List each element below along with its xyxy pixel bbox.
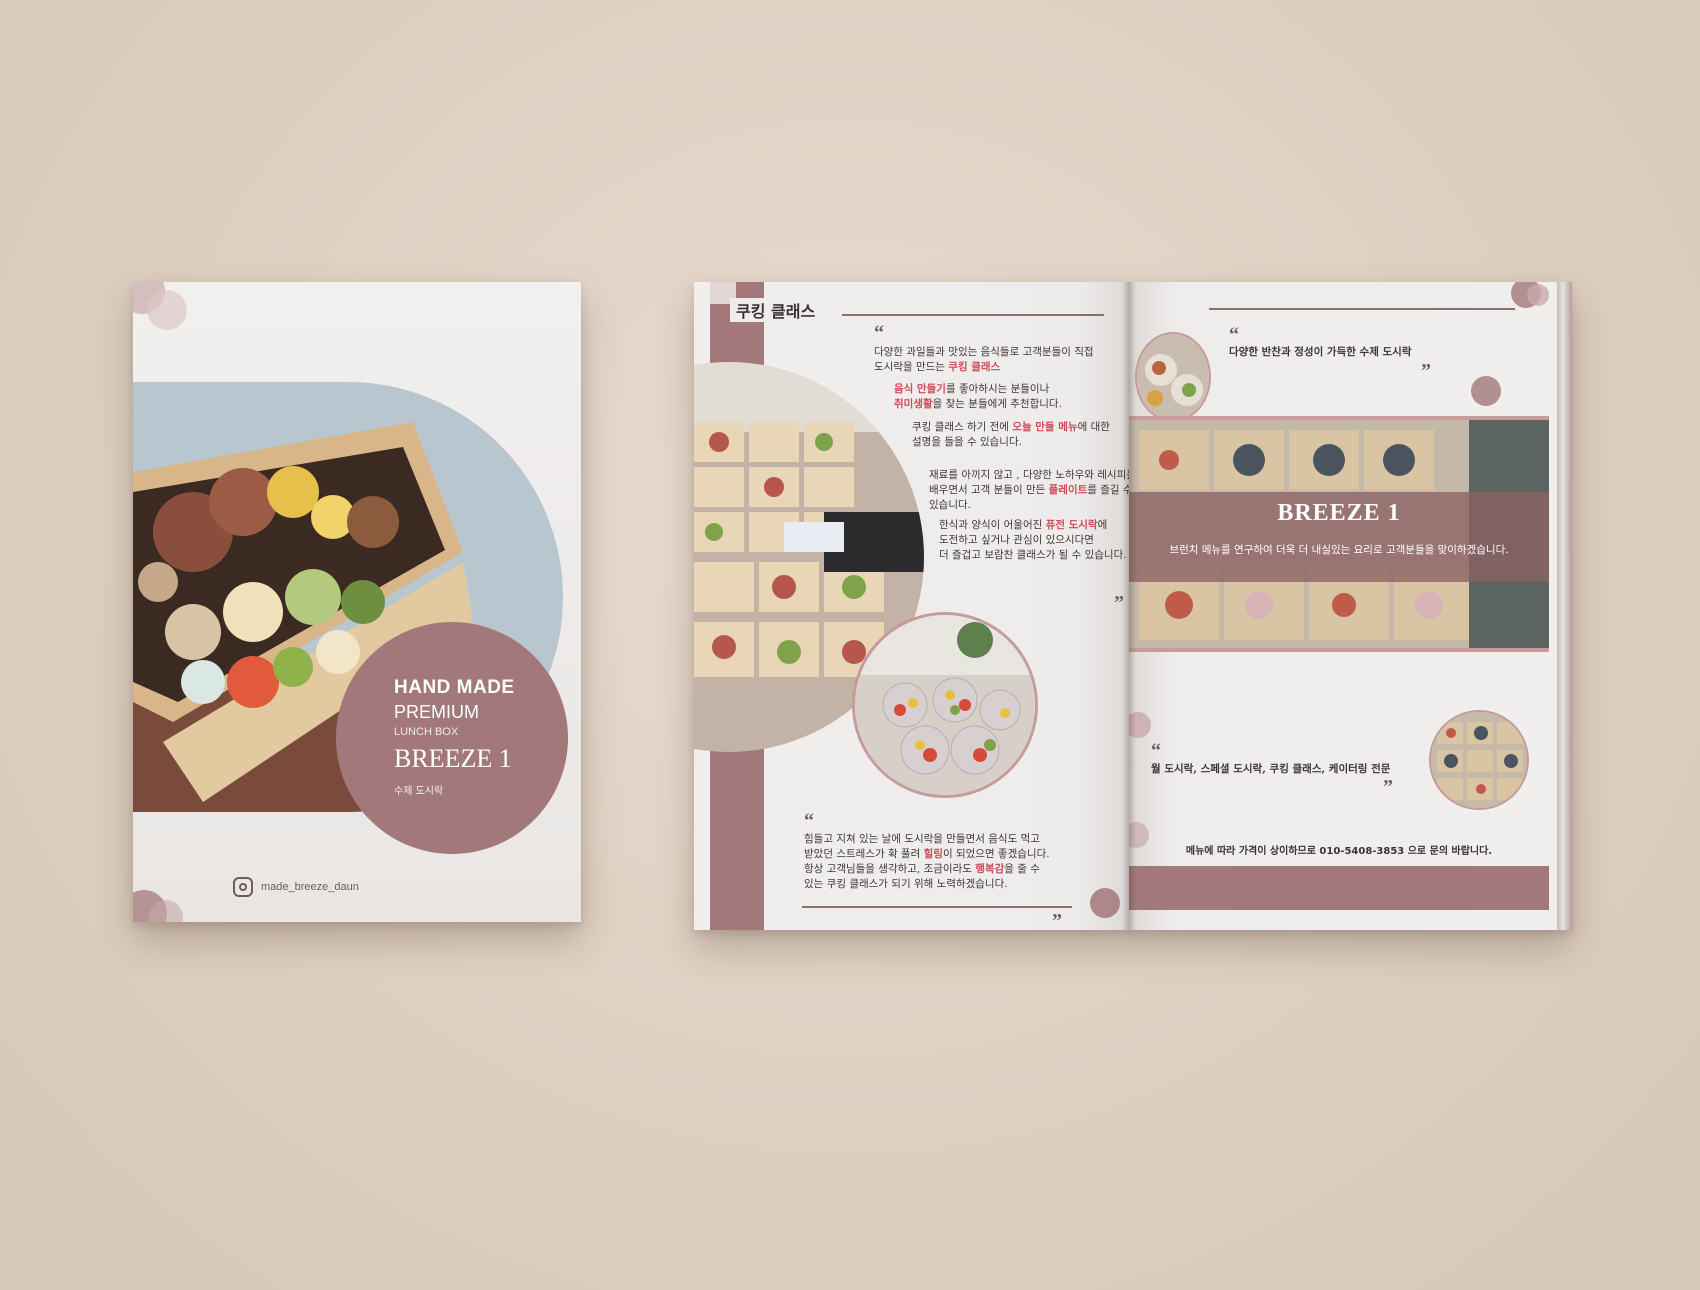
catering-photo [1429, 710, 1529, 810]
title-rule [842, 314, 1104, 316]
open-quote-icon: “ [1229, 324, 1239, 346]
paragraph-healing: 힘들고 지쳐 있는 날에 도시락을 만들면서 음식도 먹고 받았던 스트레스가 … [804, 833, 1050, 890]
decor-dot [1471, 376, 1501, 406]
banner-text: 브런치 메뉴를 연구하여 더욱 더 내실있는 요리로 고객분들을 맞이하겠습니다… [1169, 544, 1509, 556]
center-fold [1122, 282, 1136, 930]
cover-title-circle: HAND MADE PREMIUM LUNCH BOX BREEZE 1 수제 … [336, 622, 568, 854]
banner-overlay: BREEZE 1 브런치 메뉴를 연구하여 더욱 더 내실있는 요리로 고객분들… [1129, 492, 1549, 582]
paragraph-fusion: 한식과 양식이 어울어진 퓨전 도시락에 도전하고 싶거나 관심이 있으시다면 … [939, 519, 1127, 561]
close-quote-icon: ” [1421, 360, 1431, 382]
instagram-link[interactable]: made_breeze_daun [233, 877, 359, 897]
open-brochure-spread: 쿠킹 클래스 “ 다양한 과일들과 맛있는 음식들로 고객분들이 직접 도시락을… [694, 282, 1572, 930]
brochure-cover: HAND MADE PREMIUM LUNCH BOX BREEZE 1 수제 … [133, 282, 581, 922]
right-page: “ 다양한 반찬과 정성이 가득한 수제 도시락 ” BREEZE 1 브런치 … [1129, 282, 1572, 930]
tagline-text: 다양한 반찬과 정성이 가득한 수제 도시락 [1229, 346, 1412, 358]
paragraph-intro: 다양한 과일들과 맛있는 음식들로 고객분들이 직접 도시락을 만드는 쿠킹 클… [874, 346, 1094, 373]
page-edges [1557, 282, 1572, 930]
decor-dot [149, 900, 183, 922]
left-page: 쿠킹 클래스 “ 다양한 과일들과 맛있는 음식들로 고객분들이 직접 도시락을… [694, 282, 1129, 930]
instagram-icon [233, 877, 253, 897]
cover-line-hand-made: HAND MADE [394, 677, 515, 698]
open-quote-icon: “ [804, 810, 814, 832]
paragraph-recommend: 음식 만들기를 좋아하시는 분들이나 취미생활을 찾는 분들에게 추천합니다. [894, 383, 1062, 410]
cover-line-lunch-box: LUNCH BOX [394, 726, 459, 738]
page-title: 쿠킹 클래스 [730, 298, 822, 322]
bottom-band [1129, 866, 1549, 910]
decor-dot [1527, 284, 1549, 306]
side-dishes-photo [1135, 332, 1211, 422]
decor-dot [147, 290, 187, 330]
fruit-cups-photo [852, 612, 1038, 798]
open-quote-icon: “ [1151, 740, 1161, 762]
instagram-handle: made_breeze_daun [261, 881, 359, 893]
services-text: 월 도시락, 스페셜 도시락, 쿠킹 클래스, 케이터링 전문 [1151, 763, 1391, 775]
close-quote-icon: ” [1383, 776, 1393, 798]
cover-brand: BREEZE 1 [394, 744, 512, 773]
cover-subtitle: 수제 도시락 [394, 786, 444, 797]
bottom-rule [802, 906, 1072, 908]
decor-dot [1090, 888, 1120, 918]
cover-line-premium: PREMIUM [394, 702, 479, 722]
banner-title: BREEZE 1 [1277, 500, 1401, 526]
paragraph-menu-explain: 쿠킹 클래스 하기 전에 오늘 만들 메뉴에 대한 설명을 들을 수 있습니다. [912, 421, 1110, 448]
top-rule [1209, 308, 1515, 310]
contact-text: 메뉴에 따라 가격이 상이하므로 010-5408-3853 으로 문의 바랍니… [1185, 846, 1493, 857]
paragraph-recipe: 재료를 아끼지 않고 , 다양한 노하우와 레시피를 배우면서 고객 분들이 만… [929, 469, 1129, 511]
open-quote-icon: “ [874, 322, 884, 344]
close-quote-icon: ” [1052, 910, 1062, 930]
